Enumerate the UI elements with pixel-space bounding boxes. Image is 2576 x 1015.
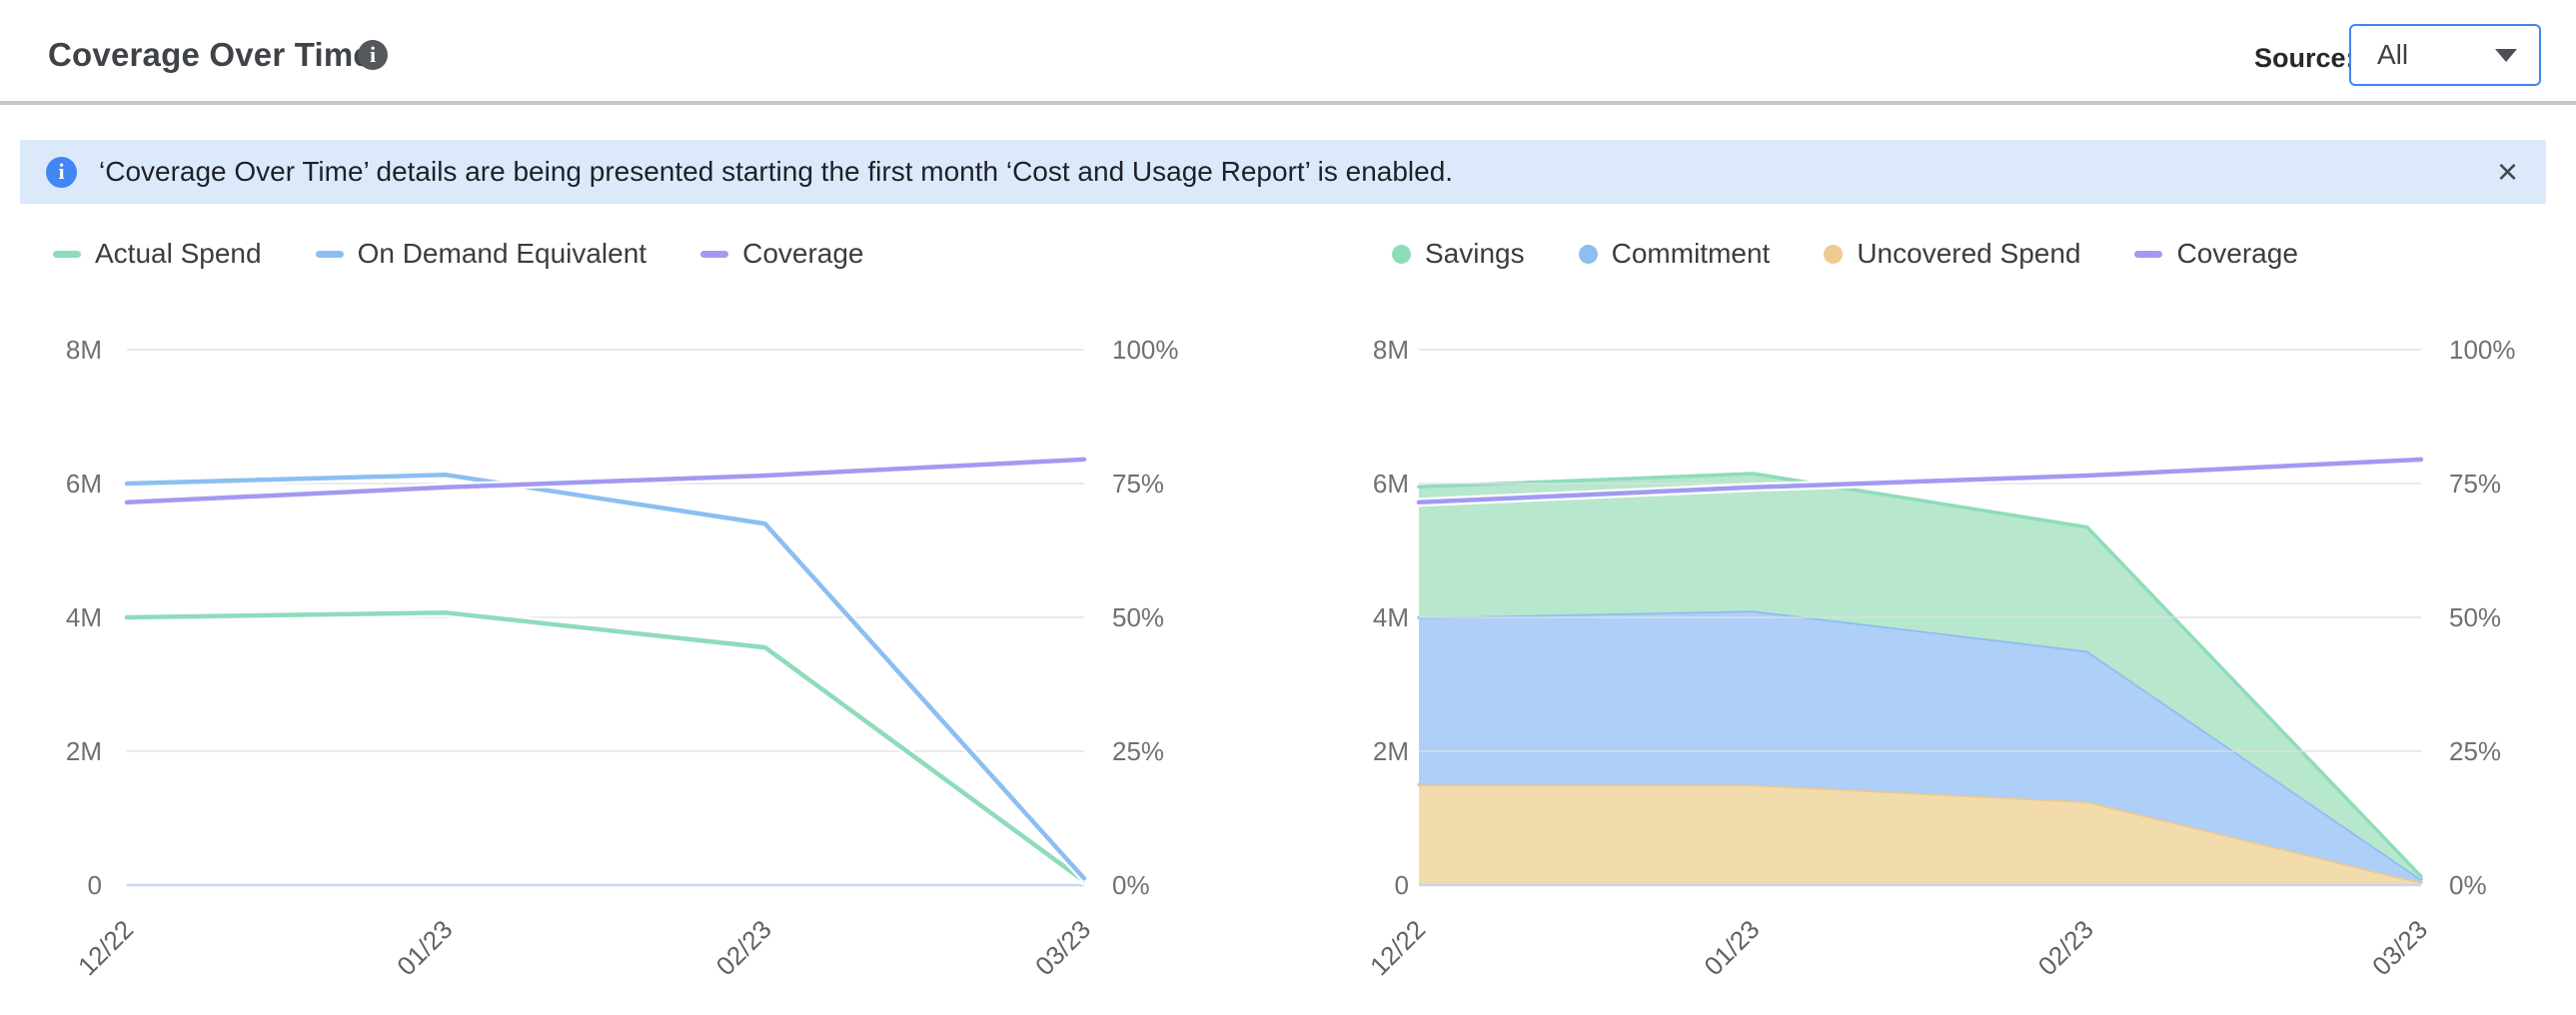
x-axis-tick: 02/23 bbox=[2032, 914, 2099, 981]
header-divider bbox=[0, 101, 2576, 105]
info-banner: i ‘Coverage Over Time’ details are being… bbox=[20, 140, 2546, 204]
legend-right-chart: Savings Commitment Uncovered Spend Coverage bbox=[1392, 238, 2298, 270]
banner-info-icon-glyph: i bbox=[58, 159, 64, 185]
y-axis-right-tick: 100% bbox=[2449, 335, 2516, 365]
legend-label: Commitment bbox=[1612, 238, 1771, 270]
y-axis-left-tick: 8M bbox=[1373, 335, 1409, 365]
y-axis-left-tick: 2M bbox=[66, 736, 102, 766]
line-halo bbox=[127, 612, 1084, 881]
x-axis-tick: 03/23 bbox=[2366, 914, 2433, 981]
legend-line-swatch bbox=[700, 251, 728, 258]
line-on-demand-equivalent bbox=[127, 475, 1084, 878]
source-label: Source: bbox=[2254, 43, 2355, 74]
x-axis-tick: 02/23 bbox=[710, 914, 777, 981]
legend-item-uncovered-spend[interactable]: Uncovered Spend bbox=[1824, 238, 2080, 270]
y-axis-right-tick: 75% bbox=[1112, 469, 1164, 499]
y-axis-right-tick: 0% bbox=[1112, 870, 1150, 900]
legend-item-savings[interactable]: Savings bbox=[1392, 238, 1525, 270]
legend-label: Uncovered Spend bbox=[1857, 238, 2080, 270]
y-axis-left-tick: 0 bbox=[1395, 870, 1409, 900]
line-actual-spend bbox=[127, 612, 1084, 881]
y-axis-right-tick: 50% bbox=[1112, 602, 1164, 632]
legend-line-swatch bbox=[2134, 251, 2162, 258]
info-icon[interactable]: i bbox=[358, 40, 388, 70]
legend-label: Coverage bbox=[742, 238, 863, 270]
legend-item-commitment[interactable]: Commitment bbox=[1579, 238, 1771, 270]
banner-text: ‘Coverage Over Time’ details are being p… bbox=[99, 156, 1453, 188]
legend-dot-swatch bbox=[1579, 245, 1598, 264]
stacked-area-chart-coverage[interactable]: 8M 100% 6M 75% 4M 50% 2M 25% 0 0% 12/22 01/23 02/23 0… bbox=[1339, 300, 2576, 999]
y-axis-left-tick: 4M bbox=[1373, 602, 1409, 632]
legend-line-swatch bbox=[53, 251, 81, 258]
banner-info-icon: i bbox=[46, 157, 77, 188]
info-icon-glyph: i bbox=[370, 42, 376, 68]
legend-label: Coverage bbox=[2176, 238, 2297, 270]
y-axis-right-tick: 50% bbox=[2449, 602, 2501, 632]
legend-label: On Demand Equivalent bbox=[358, 238, 647, 270]
x-axis-tick: 12/22 bbox=[72, 914, 139, 981]
legend-left-chart: Actual Spend On Demand Equivalent Coverage bbox=[53, 238, 864, 270]
legend-item-coverage[interactable]: Coverage bbox=[2134, 238, 2297, 270]
y-axis-left-tick: 6M bbox=[66, 469, 102, 499]
y-axis-left-tick: 4M bbox=[66, 602, 102, 632]
chevron-down-icon bbox=[2495, 49, 2517, 62]
y-axis-right-tick: 25% bbox=[2449, 736, 2501, 766]
legend-dot-swatch bbox=[1824, 245, 1843, 264]
line-chart-spend-vs-ode[interactable]: 8M 100% 6M 75% 4M 50% 2M 25% 0 0% 12/22 01/23 02/23 0… bbox=[40, 300, 1339, 999]
x-axis-tick: 03/23 bbox=[1029, 914, 1096, 981]
legend-label: Savings bbox=[1425, 238, 1525, 270]
x-axis-tick: 01/23 bbox=[1698, 914, 1765, 981]
y-axis-left-tick: 6M bbox=[1373, 469, 1409, 499]
legend-item-coverage[interactable]: Coverage bbox=[700, 238, 863, 270]
line-halo bbox=[127, 475, 1084, 878]
page-title: Coverage Over Time bbox=[48, 36, 372, 74]
source-dropdown-value: All bbox=[2377, 39, 2495, 71]
y-axis-right-tick: 75% bbox=[2449, 469, 2501, 499]
legend-line-swatch bbox=[316, 251, 344, 258]
y-axis-left-tick: 2M bbox=[1373, 736, 1409, 766]
source-dropdown[interactable]: All bbox=[2349, 24, 2541, 86]
y-axis-right-tick: 100% bbox=[1112, 335, 1179, 365]
coverage-over-time-widget: Coverage Over Time i Source: All i ‘Cove… bbox=[0, 0, 2576, 1015]
legend-dot-swatch bbox=[1392, 245, 1411, 264]
y-axis-right-tick: 0% bbox=[2449, 870, 2487, 900]
x-axis-tick: 01/23 bbox=[391, 914, 458, 981]
y-axis-left-tick: 8M bbox=[66, 335, 102, 365]
y-axis-left-tick: 0 bbox=[88, 870, 102, 900]
y-axis-right-tick: 25% bbox=[1112, 736, 1164, 766]
legend-item-actual-spend[interactable]: Actual Spend bbox=[53, 238, 262, 270]
x-axis-tick: 12/22 bbox=[1364, 914, 1431, 981]
legend-label: Actual Spend bbox=[95, 238, 262, 270]
legend-item-on-demand-equivalent[interactable]: On Demand Equivalent bbox=[316, 238, 647, 270]
close-icon[interactable]: × bbox=[2497, 154, 2518, 190]
